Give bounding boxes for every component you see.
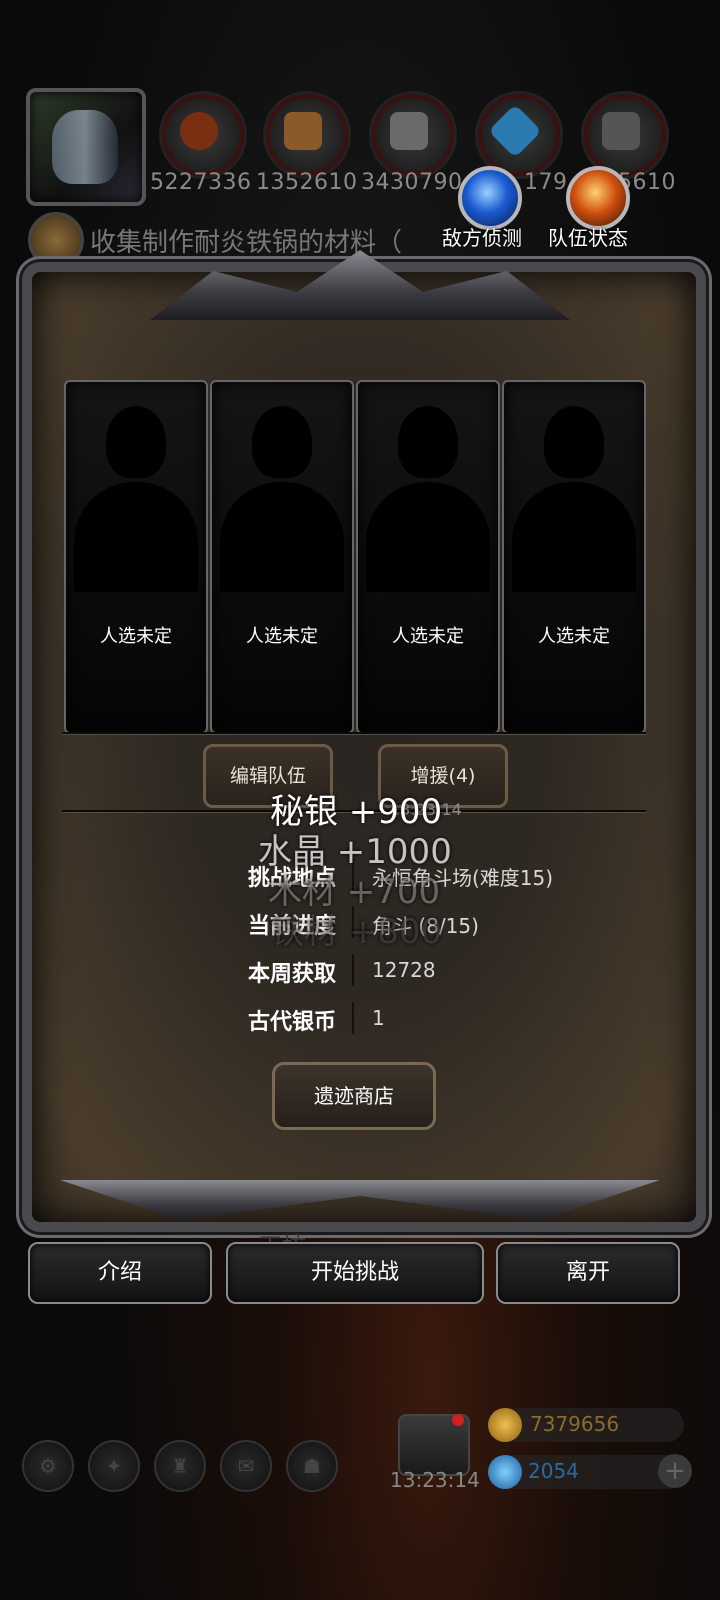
team-status-icon[interactable] [566,166,630,230]
info-separator [352,1002,354,1034]
iron-resource-icon [372,94,454,176]
slot-label: 人选未定 [392,626,464,647]
crystal-count: 179 [524,170,568,195]
slot-divider [62,732,646,734]
slot-label: 人选未定 [246,626,318,647]
hero-slot-4[interactable]: 人选未定 [502,380,646,734]
crystal-resource-icon [478,94,560,176]
player-portrait[interactable] [26,88,146,206]
gem-amount: 2054 [528,1459,579,1483]
gold-scroll-icon [488,1408,522,1442]
hero-slot-2[interactable]: 人选未定 [210,380,354,734]
gold-amount: 7379656 [530,1412,620,1436]
team-status-label[interactable]: 队伍状态 [548,222,628,251]
avatar [52,110,118,184]
start-challenge-button[interactable]: 开始挑战 [226,1242,484,1304]
leave-button[interactable]: 离开 [496,1242,680,1304]
info-value-weekly: 12728 [372,958,436,982]
info-value-coins: 1 [372,1006,385,1030]
hero-slot-3[interactable]: 人选未定 [356,380,500,734]
notification-dot [452,1414,464,1426]
reward-iron: 铁材 +800 [270,912,443,952]
settings-icon[interactable]: ⚙ [22,1440,74,1492]
info-label-weekly: 本周获取 [247,962,336,987]
relic-shop-button[interactable]: 遗迹商店 [272,1062,436,1130]
info-label-coins: 古代银币 [247,1010,336,1035]
gem-icon [488,1455,522,1489]
meat-count: 5227336 [150,170,252,195]
wood-count: 1352610 [256,170,358,195]
clock-label: 13:23:14 [390,1468,480,1492]
mail-icon[interactable]: ✉ [220,1440,272,1492]
add-gem-button[interactable]: + [658,1454,692,1488]
info-separator [352,954,354,986]
metal-resource-icon [584,94,666,176]
enemy-scout-label[interactable]: 敌方侦测 [442,222,522,251]
quest-scroll-icon[interactable] [28,212,84,268]
wood-resource-icon [266,94,348,176]
slot-label: 人选未定 [100,626,172,647]
slot-label: 人选未定 [538,626,610,647]
enemy-scout-icon[interactable] [458,166,522,230]
star-icon[interactable]: ✦ [88,1440,140,1492]
iron-count: 3430790 [361,170,463,195]
meat-resource-icon [162,94,244,176]
intro-button[interactable]: 介绍 [28,1242,212,1304]
hero-icon[interactable]: ♜ [154,1440,206,1492]
cart-icon[interactable]: ☗ [286,1440,338,1492]
hero-slot-1[interactable]: 人选未定 [64,380,208,734]
